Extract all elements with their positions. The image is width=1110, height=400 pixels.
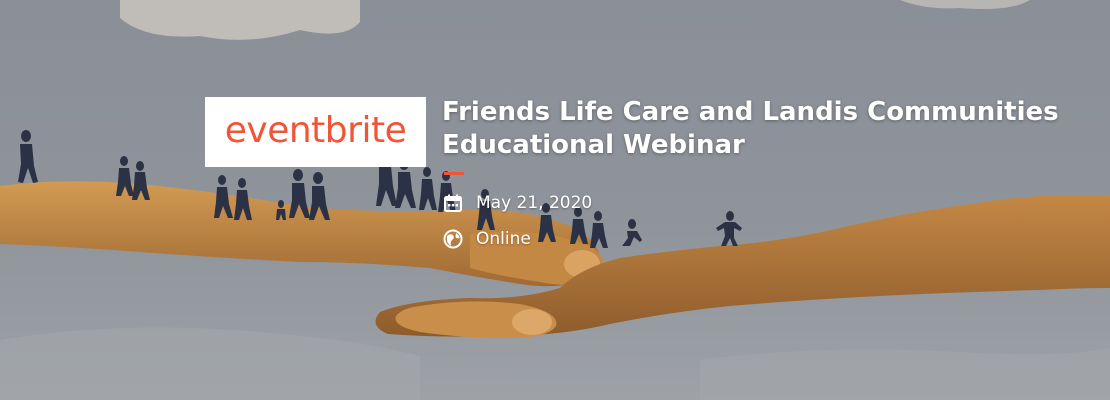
event-location: Online (476, 229, 531, 249)
calendar-icon (442, 192, 464, 214)
globe-icon (442, 228, 464, 250)
event-location-row: Online (442, 227, 1082, 251)
eventbrite-logo-box: eventbrite (205, 97, 426, 167)
title-accent-bar (444, 172, 464, 175)
event-banner: eventbrite Friends Life Care and Landis … (0, 0, 1110, 400)
event-info: Friends Life Care and Landis Communities… (442, 96, 1082, 263)
event-date: May 21, 2020 (476, 193, 593, 213)
event-title: Friends Life Care and Landis Communities… (442, 97, 1059, 160)
eventbrite-logo: eventbrite (224, 109, 407, 151)
event-date-row: May 21, 2020 (442, 191, 1082, 215)
